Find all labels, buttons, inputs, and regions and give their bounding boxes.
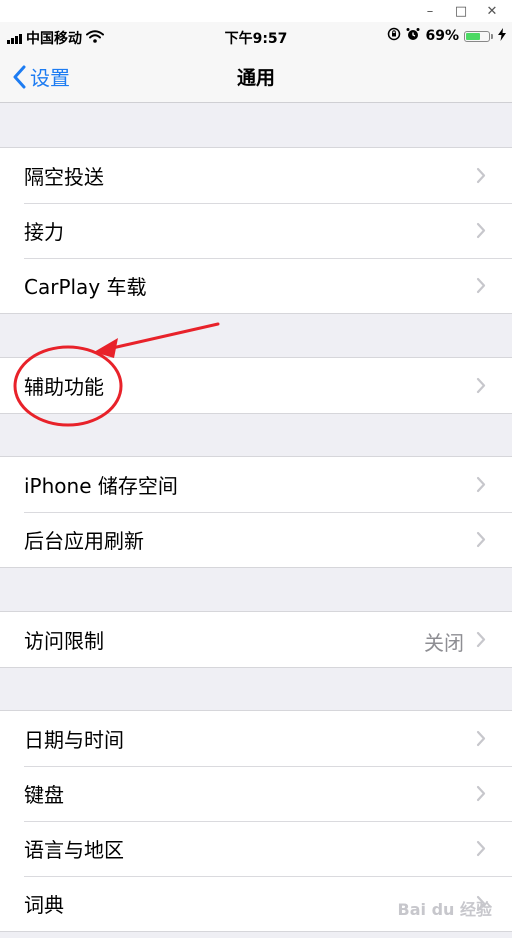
close-button[interactable]: ✕	[478, 0, 506, 22]
settings-group-1: 隔空投送 接力 CarPlay 车载	[0, 147, 512, 314]
navigation-bar: 设置 通用	[0, 52, 512, 103]
list-item-label: 接力	[24, 220, 64, 244]
settings-group-3: iPhone 储存空间 后台应用刷新	[0, 456, 512, 568]
list-item-label: iPhone 储存空间	[24, 474, 178, 498]
chevron-right-icon	[476, 277, 486, 294]
list-item-label: 辅助功能	[24, 375, 104, 399]
list-item-label: 隔空投送	[24, 165, 104, 189]
annotation-arrow-head	[94, 338, 118, 358]
list-item-background-refresh[interactable]: 后台应用刷新	[0, 512, 512, 567]
chevron-right-icon	[476, 785, 486, 802]
list-item-keyboard[interactable]: 键盘	[0, 766, 512, 821]
status-bar: 中国移动 下午9:57 69%	[0, 22, 512, 52]
list-item-date-time[interactable]: 日期与时间	[0, 711, 512, 766]
battery-percent: 69%	[425, 28, 459, 44]
minimize-button[interactable]: –	[416, 0, 444, 22]
settings-group-4: 访问限制 关闭	[0, 611, 512, 668]
chevron-right-icon	[476, 730, 486, 747]
list-item-language-region[interactable]: 语言与地区	[0, 821, 512, 876]
list-item-restrictions[interactable]: 访问限制 关闭	[0, 612, 512, 667]
list-item-carplay[interactable]: CarPlay 车载	[0, 258, 512, 313]
list-item-label: 键盘	[24, 783, 64, 807]
maximize-button[interactable]: □	[447, 0, 475, 22]
window-title-bar: – □ ✕	[0, 0, 512, 22]
list-item-handoff[interactable]: 接力	[0, 203, 512, 258]
chevron-right-icon	[476, 476, 486, 493]
list-item-label: 词典	[24, 893, 64, 917]
list-item-accessibility[interactable]: 辅助功能	[0, 358, 512, 413]
list-item-iphone-storage[interactable]: iPhone 储存空间	[0, 457, 512, 512]
page-title: 通用	[236, 67, 275, 89]
list-item-label: 访问限制	[24, 629, 104, 653]
chevron-right-icon	[476, 167, 486, 184]
watermark: Bai du 经验	[397, 900, 492, 919]
chevron-right-icon	[476, 531, 486, 548]
chevron-right-icon	[476, 222, 486, 239]
battery-icon	[464, 30, 493, 42]
chevron-right-icon	[476, 631, 486, 648]
orientation-lock-icon	[387, 27, 401, 45]
list-item-label: 日期与时间	[24, 728, 124, 752]
list-item-value: 关闭	[424, 631, 464, 655]
list-item-label: 后台应用刷新	[24, 529, 144, 553]
alarm-icon	[406, 27, 420, 45]
list-item-label: CarPlay 车载	[24, 275, 147, 299]
annotation-arrow-shaft	[106, 322, 220, 351]
list-item-label: 语言与地区	[24, 838, 124, 862]
chevron-right-icon	[476, 840, 486, 857]
chevron-right-icon	[476, 377, 486, 394]
list-item-airdrop[interactable]: 隔空投送	[0, 148, 512, 203]
settings-group-2: 辅助功能	[0, 357, 512, 414]
charging-icon	[498, 27, 506, 45]
